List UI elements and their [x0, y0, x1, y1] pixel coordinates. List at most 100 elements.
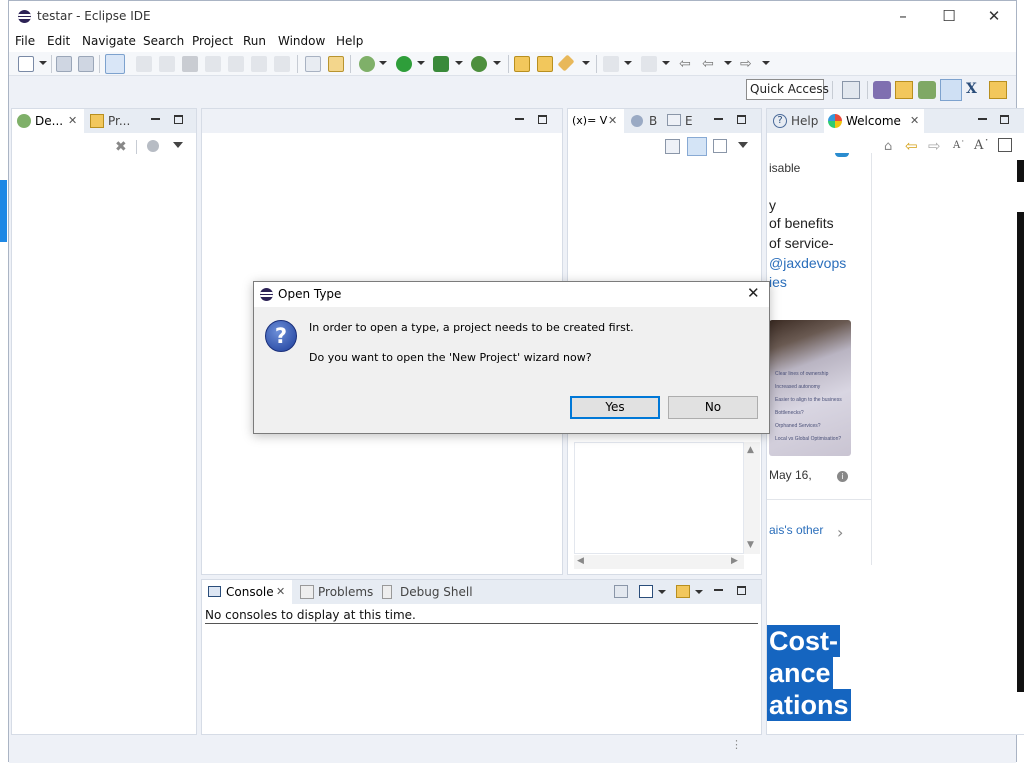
tab-project-explorer[interactable]: Pr... — [86, 109, 142, 133]
search-dropdown-icon[interactable] — [582, 61, 590, 65]
scroll-down-icon[interactable]: ▼ — [747, 540, 754, 550]
step-return-icon[interactable] — [274, 56, 290, 72]
maximize-icon[interactable] — [538, 115, 547, 124]
increase-font-icon[interactable]: A˙ — [974, 138, 990, 153]
maximize-icon[interactable] — [737, 115, 746, 124]
step-into-icon[interactable] — [228, 56, 244, 72]
back-dropdown-icon[interactable] — [724, 61, 732, 65]
maximize-icon[interactable] — [1000, 115, 1009, 124]
git-perspective-icon[interactable] — [918, 81, 936, 99]
skip-breakpoints-icon[interactable] — [105, 54, 125, 74]
open-type-icon[interactable] — [537, 56, 553, 72]
customize-page-icon[interactable] — [998, 138, 1012, 152]
menu-file[interactable]: File — [15, 34, 35, 48]
debug-icon[interactable] — [359, 56, 375, 72]
close-tab-icon[interactable]: ✕ — [608, 109, 617, 133]
minimize-window-button[interactable]: – — [888, 5, 918, 27]
save-all-icon[interactable] — [78, 56, 94, 72]
decrease-font-icon[interactable]: A˙ — [953, 140, 965, 151]
step-over-icon[interactable] — [251, 56, 267, 72]
tab-welcome[interactable]: Welcome ✕ — [824, 109, 924, 133]
view-menu-icon[interactable] — [738, 142, 748, 148]
home-icon[interactable]: ⌂ — [884, 139, 892, 154]
collapse-icon[interactable] — [147, 140, 159, 152]
back-icon[interactable]: ⇦ — [702, 56, 718, 72]
terminate-icon[interactable] — [182, 56, 198, 72]
tab-help[interactable]: ? Help — [767, 109, 823, 133]
last-edit-location-icon[interactable]: ⇦ — [679, 56, 695, 72]
display-console-icon[interactable] — [639, 585, 653, 598]
external-tools-icon[interactable] — [471, 56, 487, 72]
debug-perspective-icon[interactable] — [940, 79, 962, 101]
tab-problems[interactable]: Problems — [296, 580, 376, 604]
minimize-icon[interactable] — [714, 118, 723, 120]
scroll-up-icon[interactable]: ▲ — [747, 445, 754, 455]
welcome-other-link[interactable]: ais's other — [769, 523, 823, 537]
menu-search[interactable]: Search — [143, 34, 184, 48]
forward-icon[interactable]: ⇨ — [740, 56, 756, 72]
collapse-all-icon[interactable] — [713, 139, 727, 153]
tab-debug[interactable]: De... ✕ — [12, 109, 84, 133]
drop-to-frame-icon[interactable] — [305, 56, 321, 72]
close-tab-icon[interactable]: ✕ — [910, 109, 919, 133]
new-icon[interactable] — [18, 56, 34, 72]
maximize-window-button[interactable]: ☐ — [934, 5, 964, 27]
open-console-icon[interactable] — [676, 585, 690, 598]
run-icon[interactable] — [396, 56, 412, 72]
menu-window[interactable]: Window — [278, 34, 325, 48]
minimize-icon[interactable] — [978, 118, 987, 120]
maximize-icon[interactable] — [174, 115, 183, 124]
forward-nav-icon[interactable]: ⇨ — [928, 137, 941, 155]
display-console-dropdown-icon[interactable] — [658, 590, 666, 594]
next-annotation-dropdown-icon[interactable] — [624, 61, 632, 65]
pin-console-icon[interactable] — [614, 585, 628, 598]
tab-breakpoints[interactable]: B — [628, 109, 662, 133]
open-perspective-icon[interactable] — [842, 81, 860, 99]
chevron-right-icon[interactable]: › — [837, 523, 843, 542]
minimize-icon[interactable] — [515, 118, 524, 120]
forward-dropdown-icon[interactable] — [762, 61, 770, 65]
coverage-icon[interactable] — [433, 56, 449, 72]
previous-annotation-dropdown-icon[interactable] — [662, 61, 670, 65]
minimize-icon[interactable] — [151, 118, 160, 120]
menu-run[interactable]: Run — [243, 34, 266, 48]
info-icon[interactable]: i — [837, 471, 848, 482]
menu-navigate[interactable]: Navigate — [82, 34, 136, 48]
scroll-right-icon[interactable]: ▶ — [731, 556, 738, 566]
close-tab-icon[interactable]: ✕ — [68, 109, 77, 133]
xml-perspective-icon[interactable]: X — [966, 81, 984, 99]
welcome-photo[interactable]: Clear lines of ownership Increased auton… — [769, 320, 851, 456]
resume-icon[interactable] — [136, 56, 152, 72]
tab-debug-shell[interactable]: Debug Shell — [378, 580, 473, 604]
open-console-dropdown-icon[interactable] — [695, 590, 703, 594]
welcome-link[interactable]: ies — [769, 274, 787, 290]
maximize-icon[interactable] — [737, 586, 746, 595]
coverage-dropdown-icon[interactable] — [455, 61, 463, 65]
close-tab-icon[interactable]: ✕ — [276, 580, 285, 604]
show-logical-structure-icon[interactable] — [687, 137, 707, 156]
remove-all-terminated-icon[interactable]: ✖ — [115, 139, 127, 155]
no-button[interactable]: No — [668, 396, 758, 419]
search-pencil-icon[interactable] — [557, 54, 575, 72]
show-type-names-icon[interactable] — [665, 139, 680, 154]
suspend-icon[interactable] — [159, 56, 175, 72]
minimize-icon[interactable] — [714, 589, 723, 591]
detail-pane[interactable] — [574, 442, 744, 554]
new-java-project-icon[interactable] — [514, 56, 530, 72]
tab-expressions[interactable]: E — [664, 109, 698, 133]
menu-help[interactable]: Help — [336, 34, 363, 48]
tab-console[interactable]: Console ✕ — [202, 580, 292, 604]
welcome-link[interactable]: @jaxdevops — [769, 255, 846, 271]
menu-project[interactable]: Project — [192, 34, 233, 48]
view-menu-icon[interactable] — [173, 142, 183, 148]
scroll-left-icon[interactable]: ◀ — [577, 556, 584, 566]
previous-annotation-icon[interactable] — [641, 56, 657, 72]
menu-edit[interactable]: Edit — [47, 34, 70, 48]
close-window-button[interactable]: ✕ — [979, 5, 1009, 27]
run-dropdown-icon[interactable] — [417, 61, 425, 65]
save-icon[interactable] — [56, 56, 72, 72]
detail-vertical-scrollbar[interactable]: ▲ ▼ — [744, 442, 760, 554]
java-ee-perspective-icon[interactable] — [873, 81, 891, 99]
debug-dropdown-icon[interactable] — [379, 61, 387, 65]
quick-access-field[interactable]: Quick Access — [746, 79, 829, 100]
